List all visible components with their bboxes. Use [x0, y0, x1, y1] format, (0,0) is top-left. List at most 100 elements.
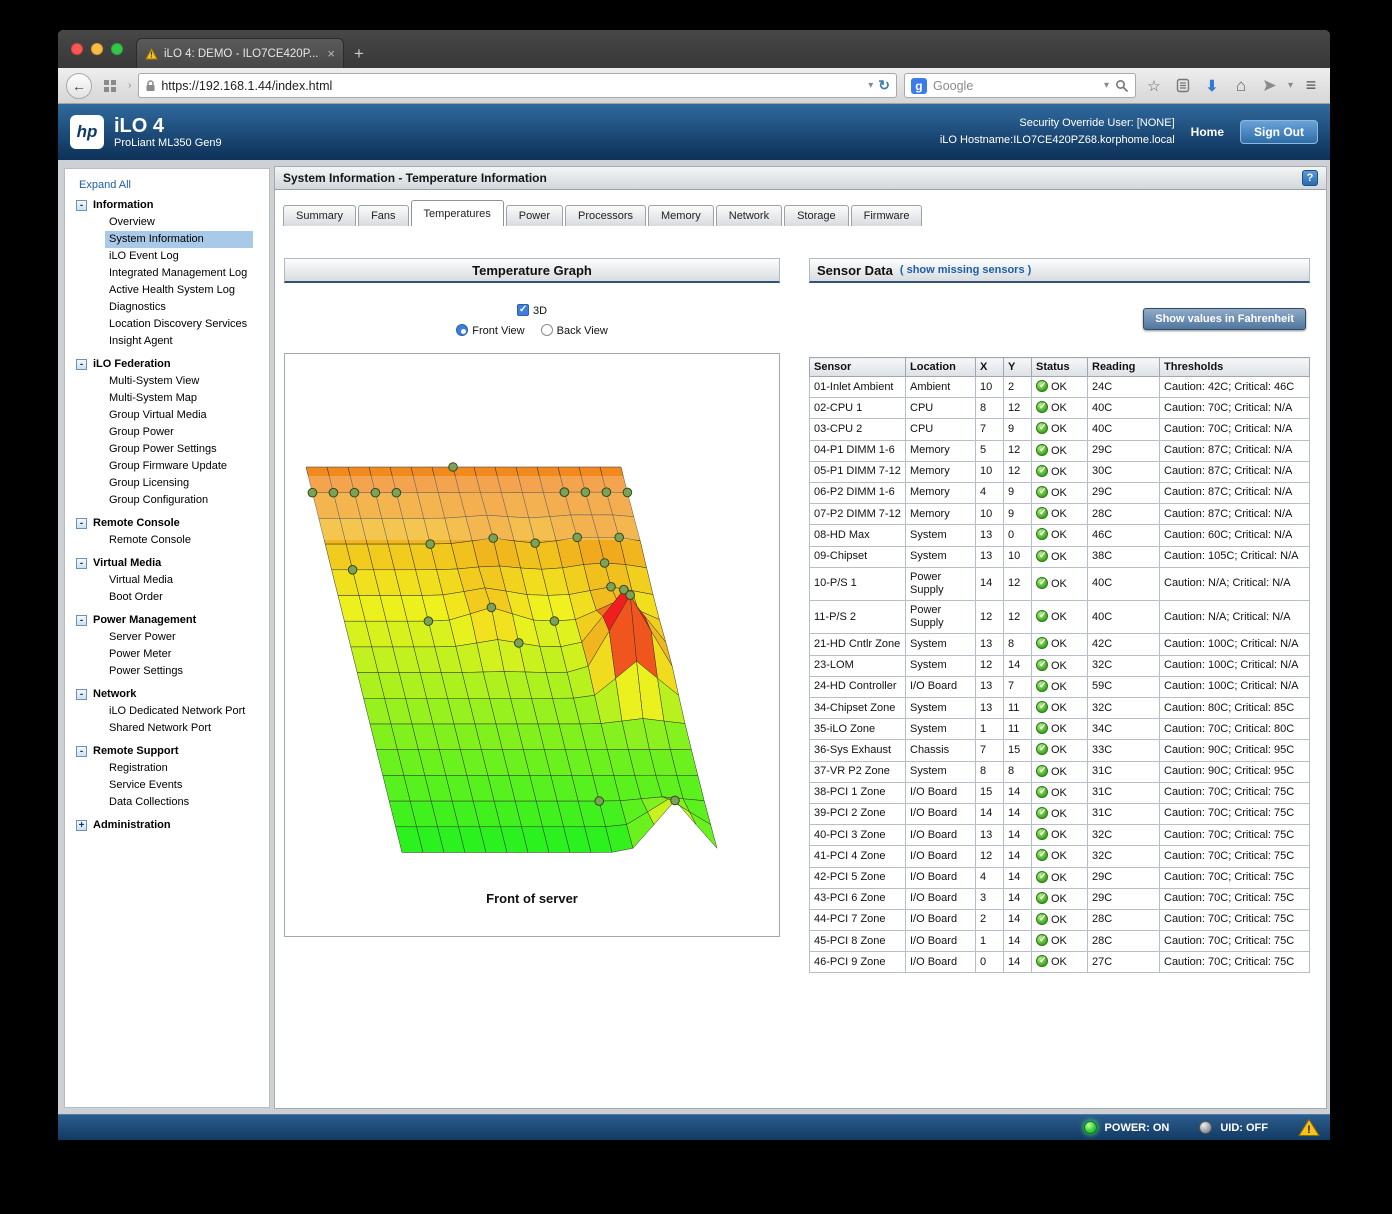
temperature-graph-box: Front of server [284, 353, 780, 937]
home-link[interactable]: Home [1191, 125, 1224, 139]
table-row: 44-PCI 7 ZoneI/O Board214OK28CCaution: 7… [809, 908, 1310, 932]
chevron-icon: › [128, 80, 132, 91]
tab-processors[interactable]: Processors [564, 205, 647, 226]
collapse-toggle-icon[interactable]: - [76, 557, 87, 569]
sidebar-item-data-collections[interactable]: Data Collections [105, 794, 253, 811]
sidebar-item-location-discovery-services[interactable]: Location Discovery Services [105, 316, 253, 333]
sidebar-item-ilo-event-log[interactable]: iLO Event Log [105, 248, 253, 265]
3d-checkbox[interactable] [516, 304, 529, 316]
sidebar-item-boot-order[interactable]: Boot Order [105, 589, 253, 606]
tab-storage[interactable]: Storage [784, 205, 849, 226]
site-grid-icon[interactable] [99, 75, 121, 97]
sidebar-item-active-health-system-log[interactable]: Active Health System Log [105, 282, 253, 299]
collapse-toggle-icon[interactable]: - [76, 517, 87, 529]
back-button[interactable]: ← [66, 72, 92, 99]
back-view-option[interactable]: Back View [540, 324, 608, 337]
table-row: 08-HD MaxSystem130OK46CCaution: 60C; Cri… [809, 524, 1310, 547]
session-info: Security Override User: [NONE] iLO Hostn… [940, 115, 1175, 149]
minimize-window-button[interactable] [91, 43, 103, 55]
collapse-toggle-icon[interactable]: - [76, 614, 87, 626]
toolbar-dropdown-icon[interactable]: ▾ [1288, 80, 1293, 91]
sidebar-section-label: Administration [93, 819, 171, 831]
tab-summary[interactable]: Summary [283, 205, 357, 226]
tab-memory[interactable]: Memory [648, 205, 714, 226]
sidebar-item-virtual-media[interactable]: Virtual Media [105, 572, 253, 589]
tab-network[interactable]: Network [715, 205, 783, 226]
downloads-icon[interactable]: ⬇ [1201, 75, 1223, 97]
sidebar-item-overview[interactable]: Overview [105, 214, 253, 231]
front-view-option[interactable]: Front View [456, 324, 525, 337]
table-row: 36-Sys ExhaustChassis715OK33CCaution: 90… [809, 739, 1310, 762]
back-view-radio[interactable] [540, 324, 553, 336]
search-icon[interactable] [1115, 79, 1129, 93]
sidebar-item-shared-network-port[interactable]: Shared Network Port [105, 720, 253, 737]
fahrenheit-button[interactable]: Show values in Fahrenheit [1143, 308, 1306, 330]
table-row: 34-Chipset ZoneSystem1311OK32CCaution: 8… [809, 696, 1310, 720]
status-text: OK [1051, 611, 1067, 624]
sidebar-item-remote-console[interactable]: Remote Console [105, 532, 253, 549]
front-view-radio[interactable] [456, 324, 469, 336]
uid-led-icon[interactable] [1199, 1121, 1213, 1134]
menu-icon[interactable]: ≡ [1300, 75, 1322, 97]
power-status: POWER: ON [1104, 1121, 1170, 1134]
tab-temperatures[interactable]: Temperatures [410, 200, 504, 226]
sidebar-item-group-licensing[interactable]: Group Licensing [105, 475, 253, 492]
bookmark-star-icon[interactable]: ☆ [1143, 75, 1165, 97]
sidebar-item-insight-agent[interactable]: Insight Agent [105, 333, 253, 350]
url-text[interactable]: https://192.168.1.44/index.html [161, 79, 863, 93]
sidebar-item-integrated-management-log[interactable]: Integrated Management Log [105, 265, 253, 282]
sensor-point-marker [594, 796, 605, 806]
warning-icon[interactable]: ! [1298, 1118, 1320, 1137]
sidebar-item-multi-system-view[interactable]: Multi-System View [105, 373, 253, 390]
sidebar-item-group-virtual-media[interactable]: Group Virtual Media [105, 407, 253, 424]
collapse-toggle-icon[interactable]: - [76, 358, 87, 370]
status-cell: OK [1031, 866, 1088, 889]
expand-all-link[interactable]: Expand All [79, 179, 269, 191]
search-dropdown-icon[interactable]: ▾ [1104, 80, 1109, 91]
sidebar-item-diagnostics[interactable]: Diagnostics [105, 299, 253, 316]
status-ok-icon [1036, 785, 1048, 798]
help-button[interactable]: ? [1302, 170, 1318, 186]
sign-out-button[interactable]: Sign Out [1240, 120, 1318, 144]
reading-list-icon[interactable] [1172, 75, 1194, 97]
column-header-sensor: Sensor [809, 357, 906, 377]
tab-title: iLO 4: DEMO - ILO7CE420P... [164, 47, 319, 60]
sidebar-item-power-meter[interactable]: Power Meter [105, 646, 253, 663]
table-row: 10-P/S 1Power Supply1412OK40CCaution: N/… [809, 566, 1310, 602]
search-bar[interactable]: g Google ▾ [903, 73, 1136, 98]
expand-toggle-icon[interactable]: + [76, 819, 87, 831]
show-missing-sensors-link[interactable]: ( show missing sensors ) [900, 264, 1031, 276]
reload-icon[interactable]: ↻ [878, 77, 890, 94]
sidebar-item-server-power[interactable]: Server Power [105, 629, 253, 646]
home-icon[interactable]: ⌂ [1230, 75, 1252, 97]
url-bar[interactable]: https://192.168.1.44/index.html ▾ ↻ [138, 73, 897, 98]
status-cell: OK [1031, 460, 1088, 483]
sidebar-item-system-information[interactable]: System Information [105, 231, 253, 248]
sidebar-item-power-settings[interactable]: Power Settings [105, 663, 253, 680]
sidebar-item-multi-system-map[interactable]: Multi-System Map [105, 390, 253, 407]
status-cell: OK [1031, 524, 1088, 547]
sidebar-item-service-events[interactable]: Service Events [105, 777, 253, 794]
tab-power[interactable]: Power [505, 205, 563, 226]
sidebar-item-ilo-dedicated-network-port[interactable]: iLO Dedicated Network Port [105, 703, 253, 720]
tab-close-icon[interactable]: × [327, 47, 335, 60]
new-tab-button[interactable]: + [354, 45, 364, 62]
close-window-button[interactable] [71, 43, 83, 55]
url-dropdown-icon[interactable]: ▾ [868, 80, 873, 91]
tab-fans[interactable]: Fans [358, 205, 409, 226]
collapse-toggle-icon[interactable]: - [76, 688, 87, 700]
share-icon[interactable] [1259, 75, 1281, 97]
collapse-toggle-icon[interactable]: - [76, 199, 87, 211]
search-engine-label[interactable]: Google [933, 79, 1098, 93]
collapse-toggle-icon[interactable]: - [76, 745, 87, 757]
sensor-point-marker [614, 532, 625, 543]
sidebar-item-group-firmware-update[interactable]: Group Firmware Update [105, 458, 253, 475]
sidebar-item-registration[interactable]: Registration [105, 760, 253, 777]
sidebar-item-group-power-settings[interactable]: Group Power Settings [105, 441, 253, 458]
sidebar-item-group-configuration[interactable]: Group Configuration [105, 492, 253, 509]
tab-firmware[interactable]: Firmware [850, 205, 923, 226]
zoom-window-button[interactable] [111, 43, 123, 55]
sidebar-item-group-power[interactable]: Group Power [105, 424, 253, 441]
browser-tab[interactable]: ! iLO 4: DEMO - ILO7CE420P... × [136, 38, 344, 68]
sidebar-section-label: Remote Support [93, 745, 179, 757]
